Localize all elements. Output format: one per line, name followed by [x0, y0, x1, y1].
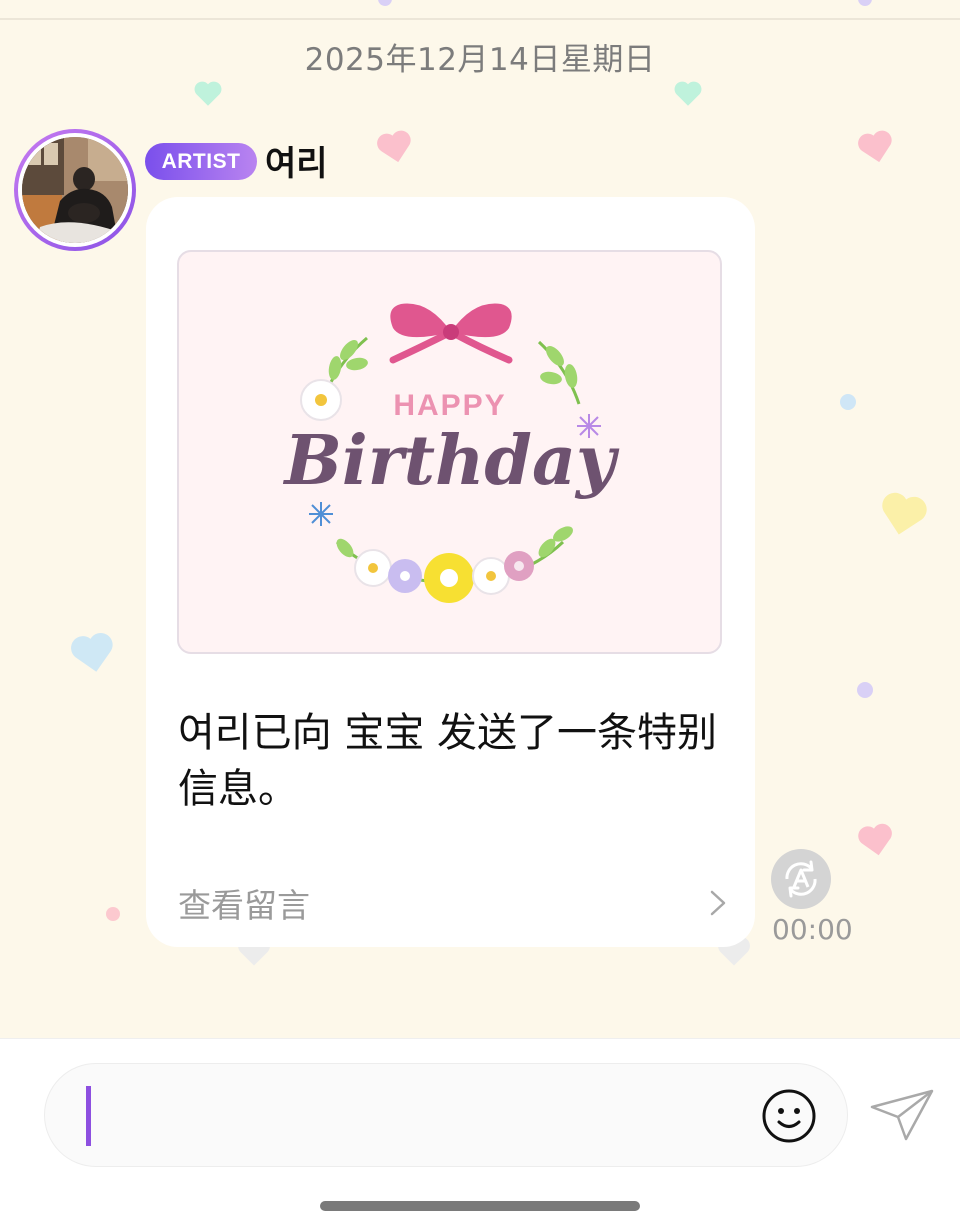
flower-garland-icon [335, 526, 573, 603]
card-heading-small: HAPPY [393, 389, 506, 422]
daisy-icon [300, 379, 342, 421]
view-message-link[interactable]: 查看留言 [178, 879, 310, 927]
heart-decoration-icon [858, 823, 892, 856]
dot-decoration [857, 682, 873, 698]
avatar-photo [22, 137, 128, 243]
home-indicator[interactable] [320, 1201, 640, 1211]
sender-name[interactable]: 여리 [265, 136, 328, 185]
chevron-right-icon[interactable] [708, 889, 728, 917]
ribbon-bow-icon [389, 303, 513, 364]
sparkle-icon [309, 502, 333, 526]
avatar[interactable] [14, 129, 136, 251]
message-input[interactable] [44, 1063, 848, 1167]
dot-decoration [378, 0, 392, 6]
card-heading-large: Birthday [282, 421, 620, 501]
dot-decoration [858, 0, 872, 6]
date-divider: 2025年12月14日星期日 [304, 42, 656, 78]
heart-decoration-icon [71, 633, 113, 672]
heart-decoration-icon [674, 81, 702, 106]
heart-decoration-icon [882, 492, 927, 535]
leaf-sprig-left-icon [325, 336, 368, 391]
heart-decoration-icon [858, 130, 892, 163]
birthday-card-image[interactable]: HAPPY Birthday [177, 250, 722, 654]
heart-decoration-icon [377, 130, 411, 163]
dot-decoration [840, 394, 856, 410]
chat-area: 2025年12月14日星期日 ARTIST 여리 HAPPY Birthday … [0, 0, 960, 1038]
input-bar [0, 1038, 960, 1231]
heart-decoration-icon [194, 81, 222, 106]
message-bubble[interactable]: HAPPY Birthday 여리已向 宝宝 发送了一条特别信息。 查看留言 [146, 197, 755, 947]
translate-button[interactable] [771, 849, 831, 909]
artist-badge: ARTIST [145, 143, 257, 180]
message-text: 여리已向 宝宝 发送了一条特别信息。 [178, 710, 718, 812]
smiley-icon[interactable] [761, 1088, 817, 1144]
leaf-sprig-right-icon [537, 340, 581, 405]
message-time: 00:00 [772, 913, 853, 946]
dot-decoration [106, 907, 120, 921]
translate-a-icon [785, 860, 817, 898]
text-caret [86, 1086, 91, 1146]
top-divider [0, 18, 960, 20]
paper-plane-icon[interactable] [868, 1085, 938, 1143]
